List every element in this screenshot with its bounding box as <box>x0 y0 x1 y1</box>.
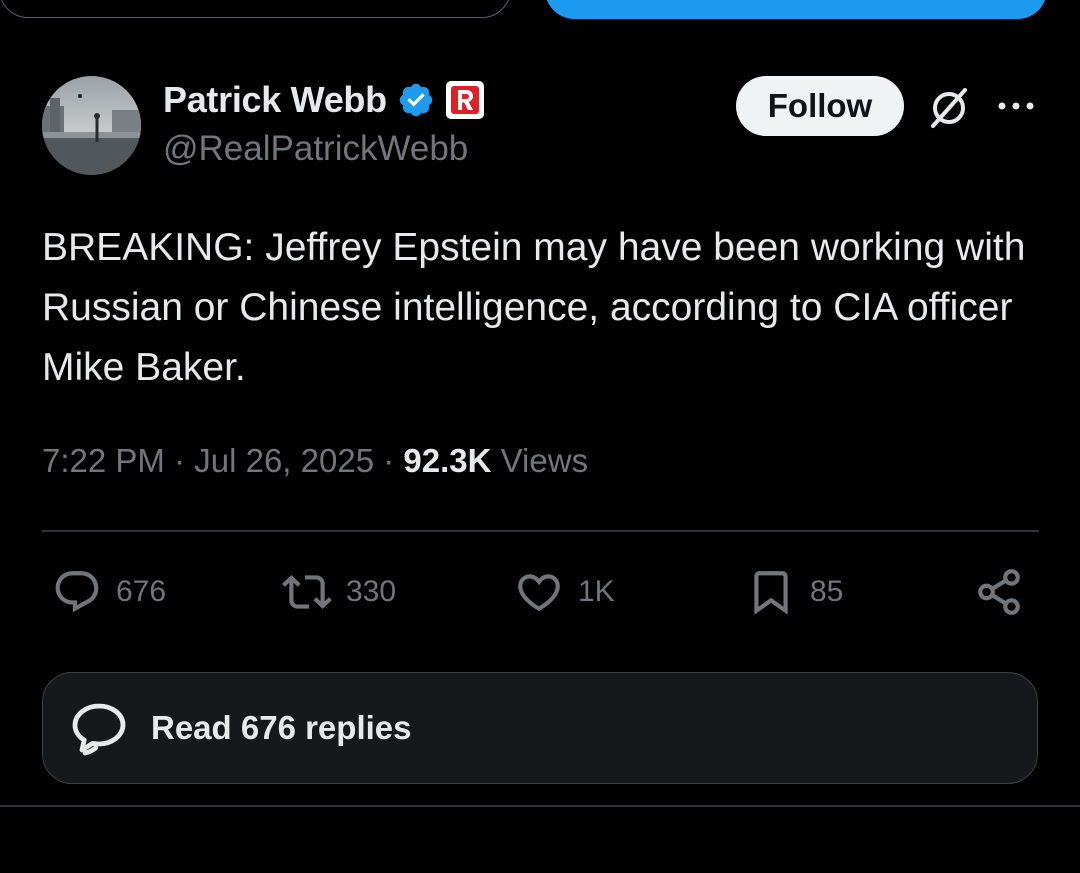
avatar[interactable] <box>42 76 141 175</box>
avatar-photo <box>42 76 141 175</box>
affiliate-badge-icon[interactable] <box>445 81 484 119</box>
more-options-icon[interactable] <box>996 92 1036 120</box>
author-name-row: Patrick Webb <box>163 78 484 122</box>
like-button[interactable]: 1K <box>514 562 615 622</box>
top-primary-button[interactable] <box>545 0 1047 19</box>
tweet-date[interactable]: Jul 26, 2025 <box>194 442 374 479</box>
repost-button[interactable]: 330 <box>282 562 396 622</box>
affiliate-logo-icon <box>450 86 479 114</box>
bookmark-icon <box>754 571 788 615</box>
repost-icon <box>282 575 332 609</box>
read-replies-label: Read 676 replies <box>151 709 412 746</box>
views-count: 92.3K <box>403 442 492 479</box>
divider <box>42 530 1039 532</box>
replies-bubble-icon <box>72 703 126 756</box>
like-count: 1K <box>578 575 615 608</box>
reply-icon <box>55 571 99 613</box>
read-replies-button[interactable]: Read 676 replies <box>42 672 1038 784</box>
divider <box>0 805 1080 807</box>
views-label: Views <box>500 442 589 479</box>
share-icon <box>978 569 1020 615</box>
top-outline-button[interactable] <box>0 0 511 18</box>
meta-separator: · <box>174 442 186 479</box>
author-name[interactable]: Patrick Webb <box>163 79 387 121</box>
bookmark-button[interactable]: 85 <box>746 562 843 622</box>
verified-badge-icon[interactable] <box>397 81 435 119</box>
grok-icon[interactable] <box>925 84 973 132</box>
author-handle[interactable]: @RealPatrickWebb <box>163 129 468 169</box>
reply-button[interactable]: 676 <box>52 562 166 622</box>
tweet-time[interactable]: 7:22 PM <box>42 442 165 479</box>
meta-separator: · <box>383 442 395 479</box>
tweet-text: BREAKING: Jeffrey Epstein may have been … <box>42 226 1026 389</box>
reply-count: 676 <box>116 575 167 608</box>
bookmark-count: 85 <box>810 575 844 608</box>
tweet-meta: 7:22 PM · Jul 26, 2025 · 92.3K Views <box>42 442 588 480</box>
heart-icon <box>518 574 560 612</box>
share-button[interactable] <box>974 562 1024 622</box>
repost-count: 330 <box>346 575 397 608</box>
follow-button[interactable]: Follow <box>736 76 904 136</box>
